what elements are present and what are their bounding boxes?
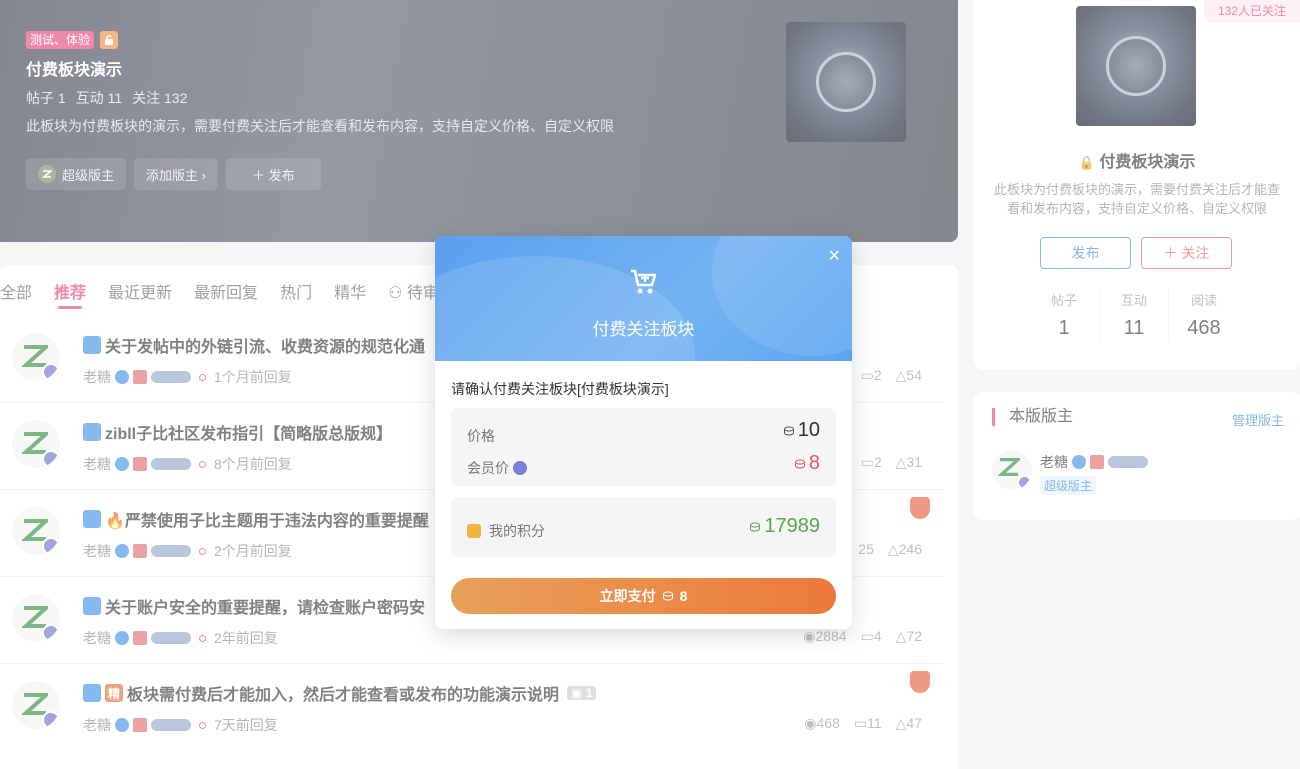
vip-price-number: 8 xyxy=(808,452,820,474)
price-value: 10 xyxy=(783,419,820,442)
vip-price-label: 会员价 xyxy=(467,458,527,478)
vip-price-value: 8 xyxy=(794,452,820,475)
forum-page: 测试、体验 付费板块演示 帖子 1 互动 11 关注 132 此板块为付费板块的… xyxy=(0,0,1300,769)
price-label: 价格 xyxy=(467,428,495,444)
coin-icon xyxy=(662,591,673,601)
coin-icon xyxy=(783,426,794,436)
price-number: 10 xyxy=(797,419,820,441)
confirm-text: 请确认付费关注板块[付费板块演示] xyxy=(451,381,669,397)
points-box: 我的积分 17989 xyxy=(451,497,836,557)
points-label-text: 我的积分 xyxy=(489,523,545,539)
pay-follow-modal: × 付费关注板块 请确认付费关注板块[付费板块演示] 价格 10 会员价 8 我… xyxy=(435,236,852,629)
cart-add-icon xyxy=(631,269,657,294)
points-number: 17989 xyxy=(764,515,820,537)
coin-icon xyxy=(794,459,805,469)
vip-label-text: 会员价 xyxy=(467,460,509,476)
modal-title: 付费关注板块 xyxy=(592,320,695,339)
modal-header: × 付费关注板块 xyxy=(435,236,852,361)
points-label: 我的积分 xyxy=(467,521,545,541)
vip-icon xyxy=(512,461,527,475)
price-box: 价格 10 会员价 8 xyxy=(451,408,836,486)
pay-amount: 8 xyxy=(679,588,688,604)
pay-label: 立即支付 xyxy=(599,588,656,604)
coins-stack-icon xyxy=(467,524,481,538)
close-icon[interactable]: × xyxy=(828,246,840,266)
pay-now-button[interactable]: 立即支付 8 xyxy=(451,578,836,614)
coin-icon xyxy=(750,522,761,532)
points-value: 17989 xyxy=(749,515,820,538)
